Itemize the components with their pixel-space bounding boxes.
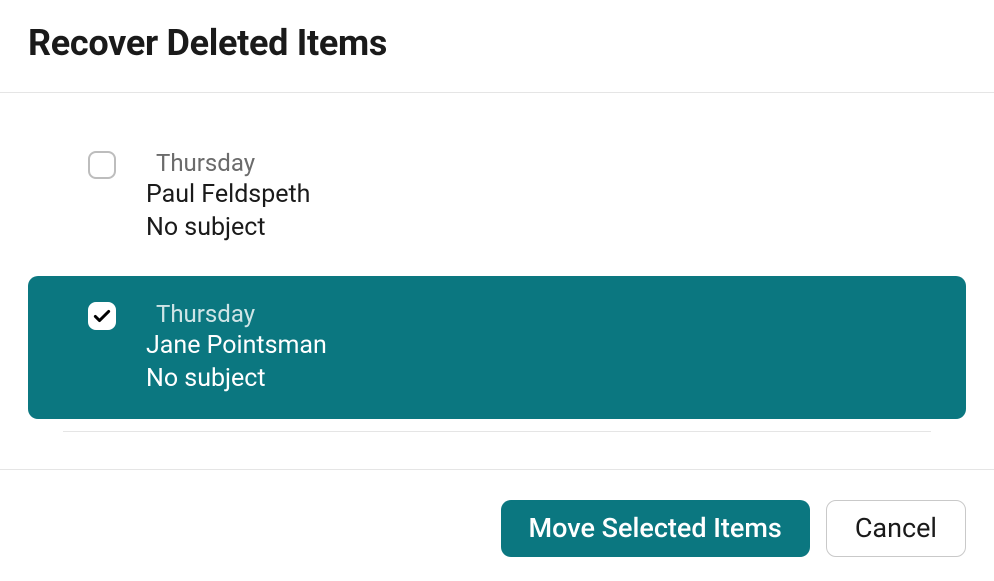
item-subject: No subject	[146, 212, 906, 245]
dialog-footer: Move Selected Items Cancel	[0, 469, 994, 581]
item-content: Thursday Paul Feldspeth No subject	[146, 149, 906, 244]
dialog-title: Recover Deleted Items	[28, 22, 966, 64]
item-checkbox[interactable]	[88, 302, 116, 330]
item-checkbox[interactable]	[88, 151, 116, 179]
cancel-button[interactable]: Cancel	[826, 500, 966, 557]
list-divider	[63, 431, 931, 432]
list-item[interactable]: Thursday Paul Feldspeth No subject	[28, 125, 966, 268]
list-item[interactable]: Thursday Jane Pointsman No subject	[28, 276, 966, 419]
item-date: Thursday	[156, 149, 906, 177]
dialog-header: Recover Deleted Items	[0, 0, 994, 93]
items-list: Thursday Paul Feldspeth No subject Thurs…	[0, 93, 994, 432]
item-sender: Paul Feldspeth	[146, 179, 906, 212]
item-date: Thursday	[156, 300, 906, 328]
item-subject: No subject	[146, 363, 906, 396]
move-selected-button[interactable]: Move Selected Items	[501, 500, 810, 557]
check-icon	[92, 306, 112, 326]
item-content: Thursday Jane Pointsman No subject	[146, 300, 906, 395]
item-sender: Jane Pointsman	[146, 330, 906, 363]
